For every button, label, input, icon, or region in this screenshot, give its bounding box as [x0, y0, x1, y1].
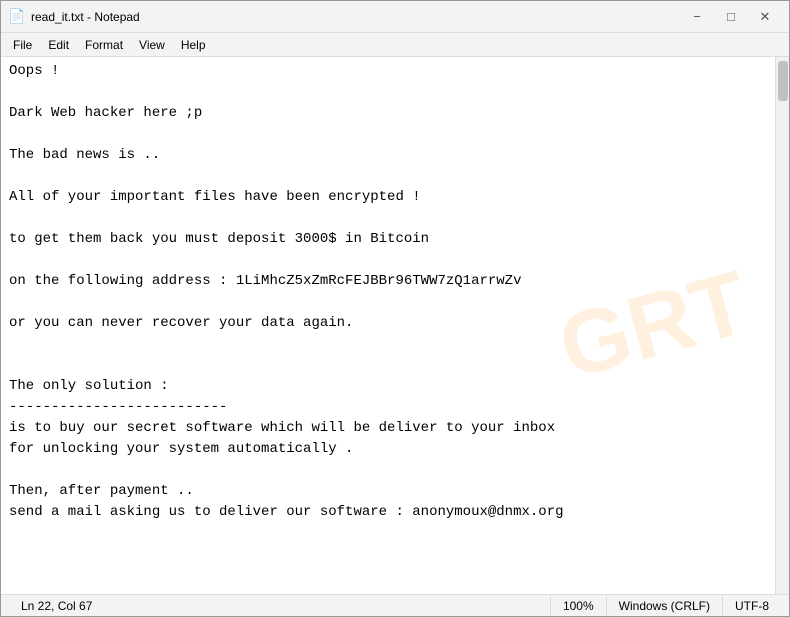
menubar: File Edit Format View Help — [1, 33, 789, 57]
text-editor[interactable] — [1, 57, 775, 594]
maximize-button[interactable]: □ — [715, 7, 747, 27]
statusbar-zoom: 100% — [550, 595, 606, 616]
titlebar-left: 📄 read_it.txt - Notepad — [9, 9, 140, 25]
statusbar-encoding: UTF-8 — [722, 595, 781, 616]
statusbar: Ln 22, Col 67 100% Windows (CRLF) UTF-8 — [1, 594, 789, 616]
menu-help[interactable]: Help — [173, 36, 214, 54]
notepad-icon: 📄 — [9, 9, 25, 25]
close-button[interactable]: ✕ — [749, 7, 781, 27]
minimize-button[interactable]: − — [681, 7, 713, 27]
notepad-window: 📄 read_it.txt - Notepad − □ ✕ File Edit … — [0, 0, 790, 617]
menu-edit[interactable]: Edit — [40, 36, 77, 54]
titlebar: 📄 read_it.txt - Notepad − □ ✕ — [1, 1, 789, 33]
editor-area: GRT — [1, 57, 789, 594]
scrollbar-thumb[interactable] — [778, 61, 788, 101]
scrollbar-y[interactable] — [775, 57, 789, 594]
statusbar-position: Ln 22, Col 67 — [9, 595, 104, 616]
menu-view[interactable]: View — [131, 36, 173, 54]
statusbar-line-ending: Windows (CRLF) — [606, 595, 722, 616]
titlebar-title: read_it.txt - Notepad — [31, 10, 140, 24]
menu-file[interactable]: File — [5, 36, 40, 54]
menu-format[interactable]: Format — [77, 36, 131, 54]
titlebar-controls: − □ ✕ — [681, 7, 781, 27]
